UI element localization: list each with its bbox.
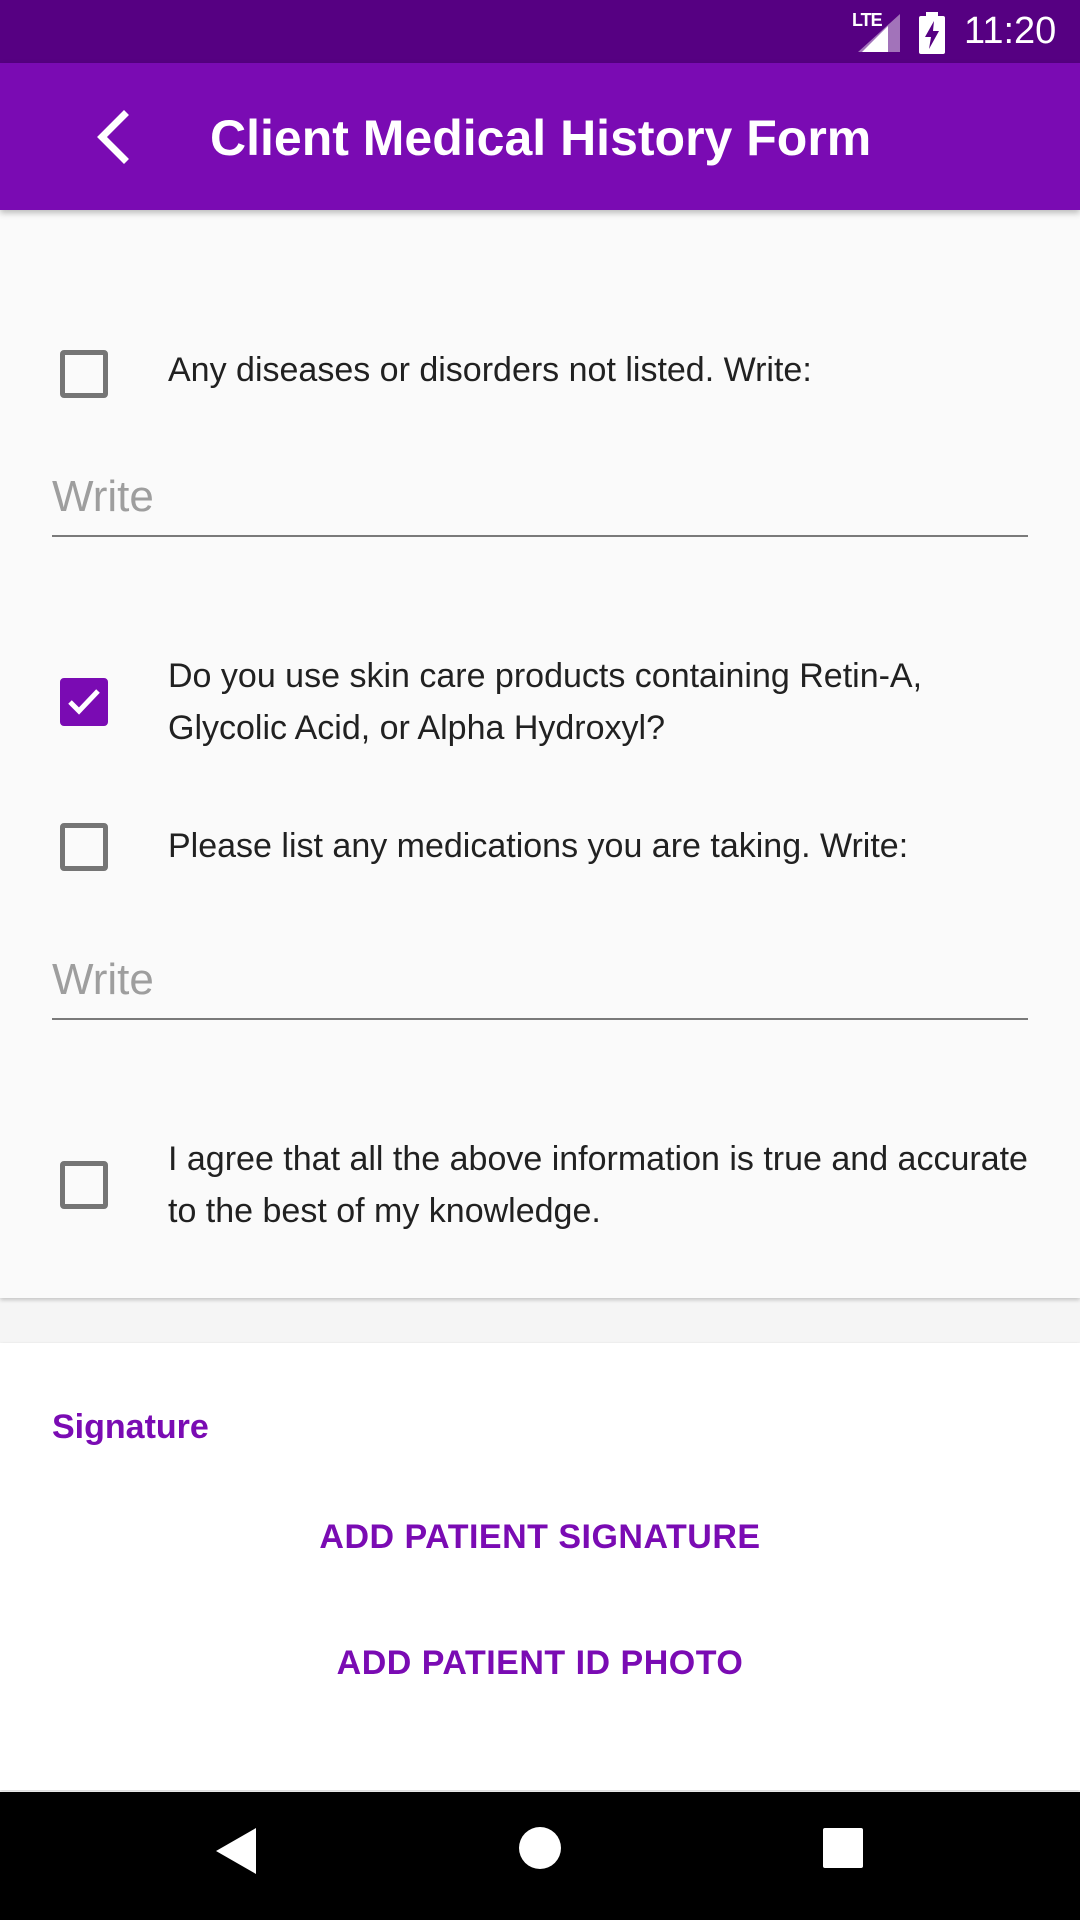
agreement-label: I agree that all the above information i… xyxy=(168,1140,1028,1230)
other-diseases-input[interactable] xyxy=(52,471,1028,523)
page-title: Client Medical History Form xyxy=(210,110,872,166)
form-card: Any diseases or disorders not listed. Wr… xyxy=(0,150,1080,1298)
status-bar: LTE 11:20 xyxy=(0,0,1080,63)
medications-field[interactable] xyxy=(52,940,1028,1020)
back-icon[interactable] xyxy=(88,109,144,165)
skin-care-checkbox[interactable] xyxy=(60,678,108,726)
add-patient-signature-button[interactable]: ADD PATIENT SIGNATURE xyxy=(0,1517,1080,1558)
other-diseases-checkbox[interactable] xyxy=(60,350,108,398)
medications-input[interactable] xyxy=(52,954,1028,1006)
agreement-checkbox[interactable] xyxy=(60,1161,108,1209)
checkmark-icon xyxy=(68,689,100,715)
app-bar: Client Medical History Form xyxy=(0,63,1080,210)
signature-card: Signature ADD PATIENT SIGNATURE ADD PATI… xyxy=(0,1343,1080,1790)
nav-back-icon[interactable] xyxy=(214,1826,258,1876)
nav-home-icon[interactable] xyxy=(518,1826,562,1870)
signature-section-label: Signature xyxy=(52,1408,209,1446)
skin-care-label: Do you use skin care products containing… xyxy=(168,657,923,747)
other-diseases-field[interactable] xyxy=(52,457,1028,537)
other-diseases-label: Any diseases or disorders not listed. Wr… xyxy=(168,351,812,389)
system-nav-bar xyxy=(0,1792,1080,1920)
add-patient-id-photo-button[interactable]: ADD PATIENT ID PHOTO xyxy=(0,1643,1080,1684)
clock: 11:20 xyxy=(964,10,1057,52)
signal-icon xyxy=(858,14,900,52)
battery-charging-icon xyxy=(919,12,945,54)
medications-label: Please list any medications you are taki… xyxy=(168,827,909,865)
medications-checkbox[interactable] xyxy=(60,823,108,871)
nav-recents-icon[interactable] xyxy=(823,1828,863,1868)
